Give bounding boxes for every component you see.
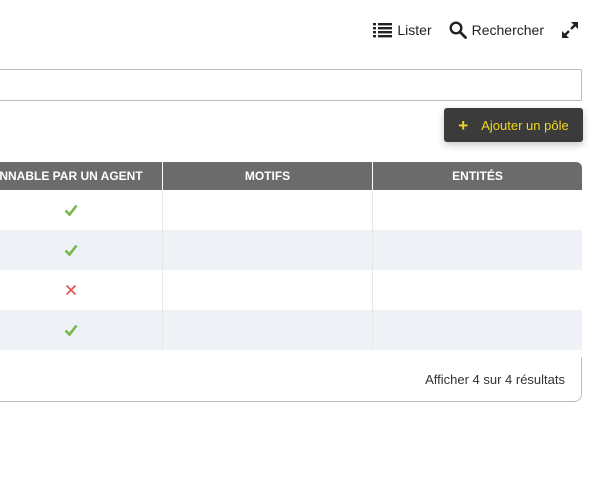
cell-entites [372,270,582,310]
expand-button[interactable] [561,21,579,39]
check-icon [64,324,78,337]
poles-table: NNABLE PAR UN AGENT MOTIFS ENTITÉS [0,162,582,350]
toolbar: Lister Rechercher [373,18,579,42]
add-pole-label: Ajouter un pôle [481,117,569,133]
check-icon [64,204,78,217]
table-row[interactable] [0,270,582,310]
check-icon [64,244,78,257]
cross-icon [65,284,77,296]
table-header: NNABLE PAR UN AGENT MOTIFS ENTITÉS [0,162,582,190]
cell-agent-selectable [0,230,162,270]
results-summary: Afficher 4 sur 4 résultats [425,371,565,387]
list-label: Lister [397,22,432,38]
table-row[interactable] [0,190,582,230]
expand-icon [562,22,578,38]
add-pole-button[interactable]: + Ajouter un pôle [444,108,583,142]
table-row[interactable] [0,310,582,350]
column-header-entites[interactable]: ENTITÉS [372,162,582,190]
search-label: Rechercher [471,22,544,38]
pagination-footer: Afficher 4 sur 4 résultats [0,357,582,402]
table-body [0,190,582,350]
table-row[interactable] [0,230,582,270]
cell-entites [372,230,582,270]
search-button[interactable]: Rechercher [449,21,544,39]
list-icon [373,23,393,38]
cell-motifs [162,190,372,230]
cell-agent-selectable [0,310,162,350]
cell-entites [372,190,582,230]
cell-motifs [162,270,372,310]
column-header-motifs[interactable]: MOTIFS [162,162,372,190]
cell-motifs [162,230,372,270]
list-button[interactable]: Lister [373,22,432,38]
search-icon [449,21,467,39]
cell-motifs [162,310,372,350]
column-header-agent-selectable[interactable]: NNABLE PAR UN AGENT [0,162,162,190]
cell-agent-selectable [0,270,162,310]
cell-entites [372,310,582,350]
plus-icon: + [458,115,469,135]
cell-agent-selectable [0,190,162,230]
search-input[interactable] [0,69,582,101]
